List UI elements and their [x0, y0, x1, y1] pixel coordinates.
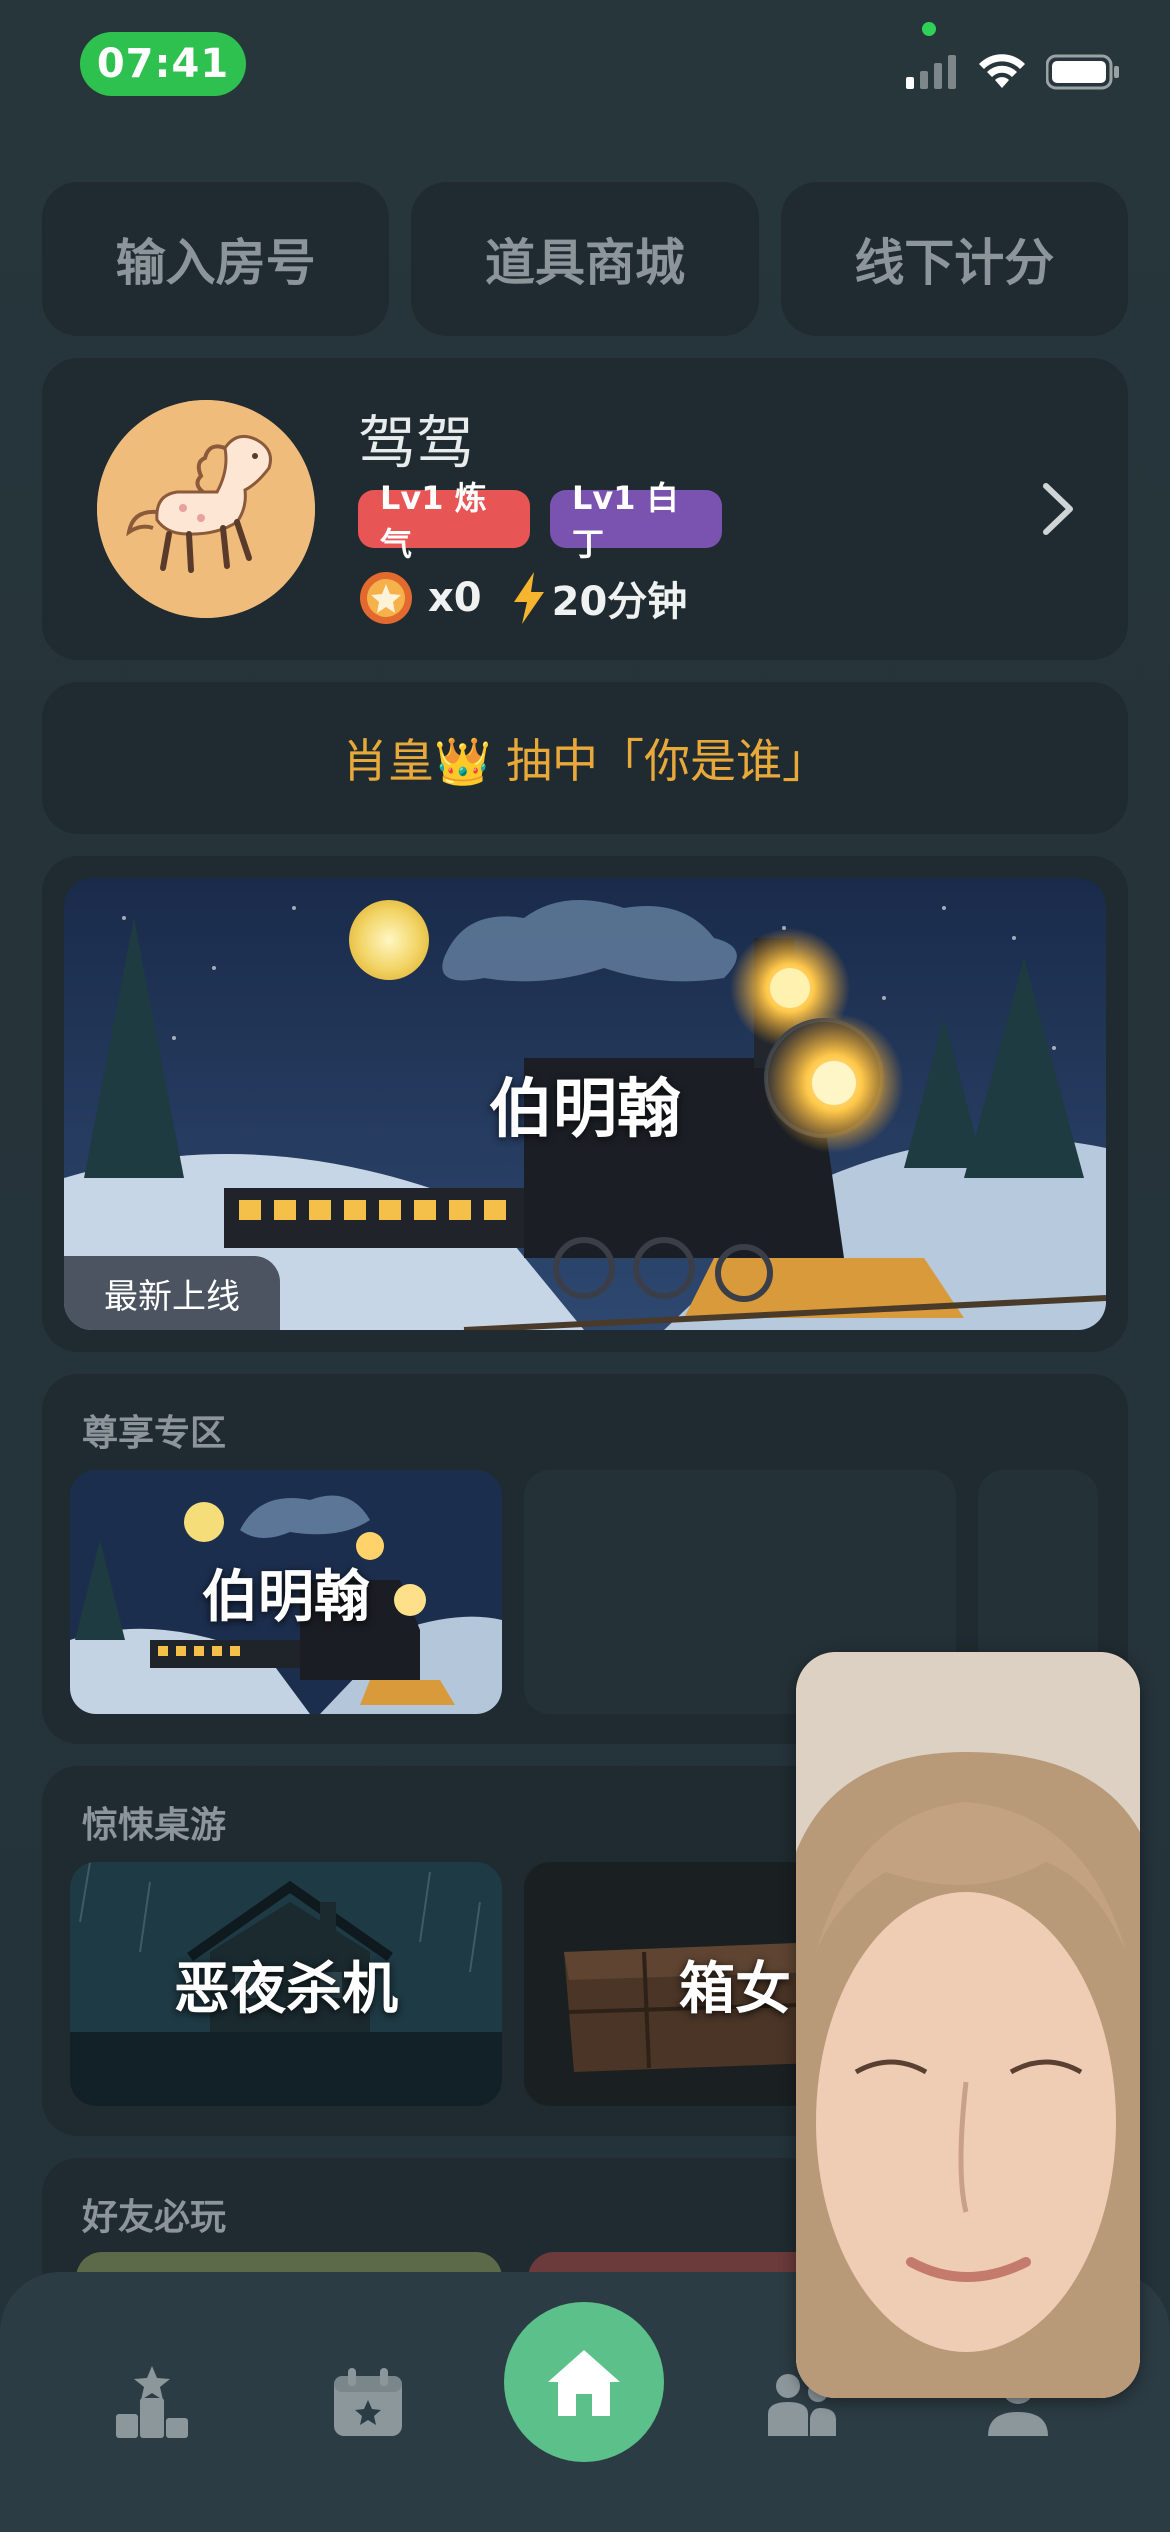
user-name: 驾驾	[358, 409, 475, 477]
card-title: 恶夜杀机	[174, 1956, 398, 2022]
game-card[interactable]: 伯明翰	[70, 1470, 502, 1714]
card-title: 伯明翰	[202, 1564, 370, 1630]
coin-count: x0	[428, 575, 482, 621]
banner-image[interactable]: 伯明翰 最新上线	[64, 878, 1106, 1330]
item-store-button[interactable]: 道具商城	[411, 182, 759, 336]
section-title: 惊悚桌游	[82, 1805, 227, 1846]
featured-banner: 伯明翰 最新上线	[42, 856, 1128, 1352]
game-card[interactable]: 恶夜杀机	[70, 1862, 502, 2106]
horse-avatar-icon	[97, 400, 315, 618]
chevron-right-icon[interactable]	[1028, 474, 1088, 544]
rank-badge: Lv1 白丁	[550, 479, 722, 563]
status-icons	[906, 50, 1120, 94]
wifi-icon	[979, 54, 1025, 88]
section-title: 好友必玩	[82, 2197, 227, 2238]
lightning-icon	[513, 572, 544, 624]
announcement-bar: 肖皇👑 抽中「你是谁」	[42, 682, 1128, 834]
app-screen: 07:41 输入房号 道具商城 线下计分 驾驾 Lv1 炼气 Lv1 白丁 x0…	[0, 0, 1170, 2532]
camera-indicator-icon	[922, 22, 936, 36]
home-icon	[548, 2350, 620, 2416]
new-release-tag: 最新上线	[64, 1256, 280, 1330]
level-badge: Lv1 炼气	[358, 479, 530, 563]
user-stats: x0 20分钟	[358, 566, 687, 630]
avatar[interactable]	[97, 400, 315, 618]
person-face-video	[796, 1652, 1140, 2398]
enter-room-button[interactable]: 输入房号	[42, 182, 390, 336]
banner-title: 伯明翰	[489, 1073, 681, 1147]
energy-time: 20分钟	[551, 579, 688, 625]
offline-scoring-button[interactable]: 线下计分	[780, 182, 1128, 336]
calendar-icon	[334, 2368, 402, 2436]
top-button-row: 输入房号 道具商城 线下计分	[42, 182, 1128, 336]
signal-icon	[906, 55, 956, 89]
nav-home[interactable]	[504, 2302, 664, 2462]
nav-calendar[interactable]	[318, 2352, 418, 2452]
ranking-icon	[116, 2366, 188, 2438]
video-call-preview[interactable]	[796, 1652, 1140, 2398]
battery-icon	[1046, 54, 1119, 90]
section-title: 尊享专区	[82, 1413, 227, 1454]
profile-card[interactable]: 驾驾 Lv1 炼气 Lv1 白丁 x0 20分钟	[42, 358, 1128, 660]
nav-ranking[interactable]	[102, 2352, 202, 2452]
status-time: 07:41	[80, 32, 246, 96]
coin-icon	[360, 572, 412, 624]
